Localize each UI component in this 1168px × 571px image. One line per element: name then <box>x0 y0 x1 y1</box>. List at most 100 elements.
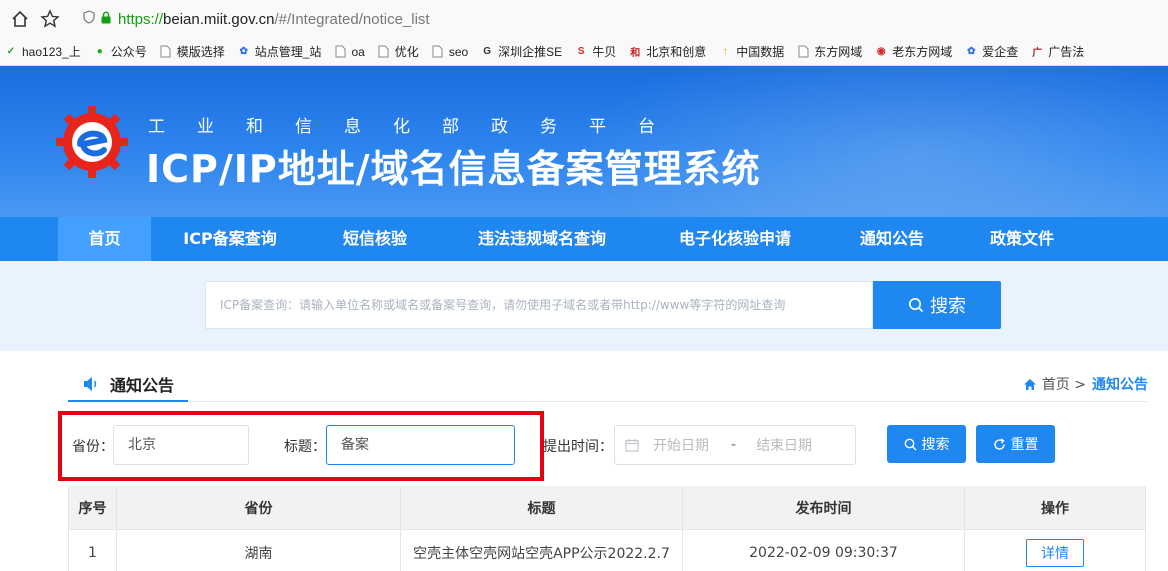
bookmark-label: oa <box>351 44 365 59</box>
nav-item-policy[interactable]: 政策文件 <box>966 217 1078 261</box>
search-band: ICP备案查询：请输入单位名称或域名或备案号查询，请勿使用子域名或者带http:… <box>0 261 1168 351</box>
bookmark-label: 牛贝 <box>592 45 617 59</box>
niubei-icon: S <box>577 46 585 57</box>
star-icon[interactable] <box>40 9 60 29</box>
circle-icon: ◉ <box>876 46 886 57</box>
bookmark-label: hao123_上 <box>22 45 81 59</box>
bookmark-item[interactable]: ✿ 站点管理_站 <box>237 43 322 60</box>
bookmark-item[interactable]: seo <box>431 45 468 59</box>
bookmark-label: 东方网域 <box>814 45 863 59</box>
lock-icon <box>100 11 112 27</box>
page-icon <box>796 45 810 59</box>
url-host: beian.miit.gov.cn <box>163 10 275 28</box>
bookmark-item[interactable]: ✓ hao123_上 <box>4 43 81 60</box>
bookmark-item[interactable]: ◉ 老东方网域 <box>874 43 952 60</box>
bookmark-label: 老东方网域 <box>892 45 953 59</box>
calendar-icon <box>625 438 639 452</box>
paw-icon: ✿ <box>967 46 976 57</box>
bookmark-item[interactable]: 广广告法 <box>1030 43 1084 60</box>
refresh-icon <box>993 437 1006 451</box>
bookmark-label: 深圳企推SE <box>498 45 563 59</box>
ad-icon: 广 <box>1032 48 1043 59</box>
notice-tab-label: 通知公告 <box>110 376 175 395</box>
bookmark-label: 广告法 <box>1048 45 1085 59</box>
detail-button[interactable]: 详情 <box>1026 538 1084 567</box>
col-province-header: 省份 <box>117 486 401 530</box>
bookmark-label: 北京和创意 <box>646 45 707 59</box>
url-field[interactable]: https://beian.miit.gov.cn/#/Integrated/n… <box>82 10 430 28</box>
section-header: 通知公告 首页 > 通知公告 <box>68 368 1148 402</box>
bookmark-label: 模版选择 <box>176 45 225 59</box>
nav-item-e-verify[interactable]: 电子化核验申请 <box>652 217 818 261</box>
breadcrumb-home[interactable]: 首页 > <box>1042 374 1086 394</box>
hao-icon: ✓ <box>6 46 16 57</box>
reset-button[interactable]: 重置 <box>976 425 1055 463</box>
he-icon: 和 <box>630 48 641 59</box>
col-title-header: 标题 <box>401 486 683 530</box>
miit-logo-icon <box>56 106 128 178</box>
row-index: 1 <box>68 530 117 571</box>
date-separator: - <box>731 437 737 453</box>
home-icon[interactable] <box>1023 378 1037 391</box>
page-icon <box>333 45 347 59</box>
nav-item-notices[interactable]: 通知公告 <box>836 217 948 261</box>
bookmark-item[interactable]: 东方网域 <box>796 43 862 60</box>
province-label: 省份： <box>72 439 114 455</box>
row-province: 湖南 <box>117 530 401 571</box>
wechat-icon: ● <box>96 46 103 57</box>
province-input[interactable]: 北京 <box>113 425 249 465</box>
url-path: /#/Integrated/notice_list <box>274 10 430 28</box>
bookmark-item[interactable]: ● 公众号 <box>93 43 147 60</box>
title-label: 标题： <box>284 439 326 455</box>
col-date-header: 发布时间 <box>683 486 965 530</box>
bookmark-label: 站点管理_站 <box>254 45 322 59</box>
bookmark-item[interactable]: 和北京和创意 <box>628 43 706 60</box>
bookmark-item[interactable]: 优化 <box>377 43 419 60</box>
row-title[interactable]: 空壳主体空壳网站空壳APP公示2022.2.7 <box>401 530 683 571</box>
home-icon[interactable] <box>10 9 30 29</box>
bookmark-label: 中国数据 <box>736 45 785 59</box>
icp-search-input[interactable]: ICP备案查询：请输入单位名称或域名或备案号查询，请勿使用子域名或者带http:… <box>205 281 873 329</box>
filter-search-label: 搜索 <box>921 437 950 453</box>
nav-item-illegal-domain[interactable]: 违法违规域名查询 <box>452 217 632 261</box>
fire-icon: ↑ <box>722 46 728 57</box>
speaker-icon <box>82 376 100 392</box>
nav-item-icp-query[interactable]: ICP备案查询 <box>158 217 302 261</box>
bookmark-item[interactable]: S 牛贝 <box>574 43 616 60</box>
reset-label: 重置 <box>1010 437 1039 453</box>
nav-item-sms-verify[interactable]: 短信核验 <box>318 217 432 261</box>
nav-item-home[interactable]: 首页 <box>58 217 151 261</box>
date-range-picker[interactable]: 开始日期 - 结束日期 <box>614 425 856 465</box>
filter-search-button[interactable]: 搜索 <box>887 425 966 463</box>
main-nav: 首页 ICP备案查询 短信核验 违法违规域名查询 电子化核验申请 通知公告 政策… <box>0 217 1168 261</box>
notice-table: 序号 省份 标题 发布时间 操作 1 湖南 空壳主体空壳网站空壳APP公示202… <box>68 486 1146 571</box>
browser-address-bar: https://beian.miit.gov.cn/#/Integrated/n… <box>0 0 1168 38</box>
bookmarks-bar: ✓ hao123_上 ● 公众号 模版选择 ✿ 站点管理_站 oa 优化 seo G 深圳企推SE S 牛… <box>0 38 1168 66</box>
bookmark-label: 爱企查 <box>982 45 1019 59</box>
row-action-cell: 详情 <box>965 530 1146 571</box>
title-input[interactable]: 备案 <box>326 425 515 465</box>
bookmark-label: seo <box>448 44 469 59</box>
bookmark-item[interactable]: G 深圳企推SE <box>480 43 562 60</box>
page-icon <box>431 45 445 59</box>
search-icon <box>908 297 924 313</box>
table-header-row: 序号 省份 标题 发布时间 操作 <box>68 486 1146 530</box>
date-start-input[interactable]: 开始日期 <box>653 435 715 455</box>
bookmark-item[interactable]: oa <box>333 44 365 59</box>
page-title: ICP/IP地址/域名信息备案管理系统 <box>146 147 761 191</box>
bookmark-item[interactable]: ↑ 中国数据 <box>718 43 785 60</box>
icp-search-button-label: 搜索 <box>930 296 966 317</box>
notice-tab[interactable]: 通知公告 <box>68 368 189 402</box>
shield-icon <box>82 10 96 28</box>
page-icon <box>159 45 173 59</box>
bookmark-item[interactable]: 模版选择 <box>159 43 225 60</box>
date-label: 提出时间： <box>543 439 613 455</box>
search-icon <box>904 438 917 451</box>
icp-search-button[interactable]: 搜索 <box>873 281 1001 329</box>
breadcrumb-current: 通知公告 <box>1092 377 1148 393</box>
date-end-input[interactable]: 结束日期 <box>756 435 812 455</box>
site-banner: 工业和信息化部政务平台 ICP/IP地址/域名信息备案管理系统 <box>0 66 1168 217</box>
bookmark-item[interactable]: ✿ 爱企查 <box>964 43 1018 60</box>
row-date: 2022-02-09 09:30:37 <box>683 530 965 571</box>
breadcrumb: 首页 > 通知公告 <box>1023 374 1148 394</box>
